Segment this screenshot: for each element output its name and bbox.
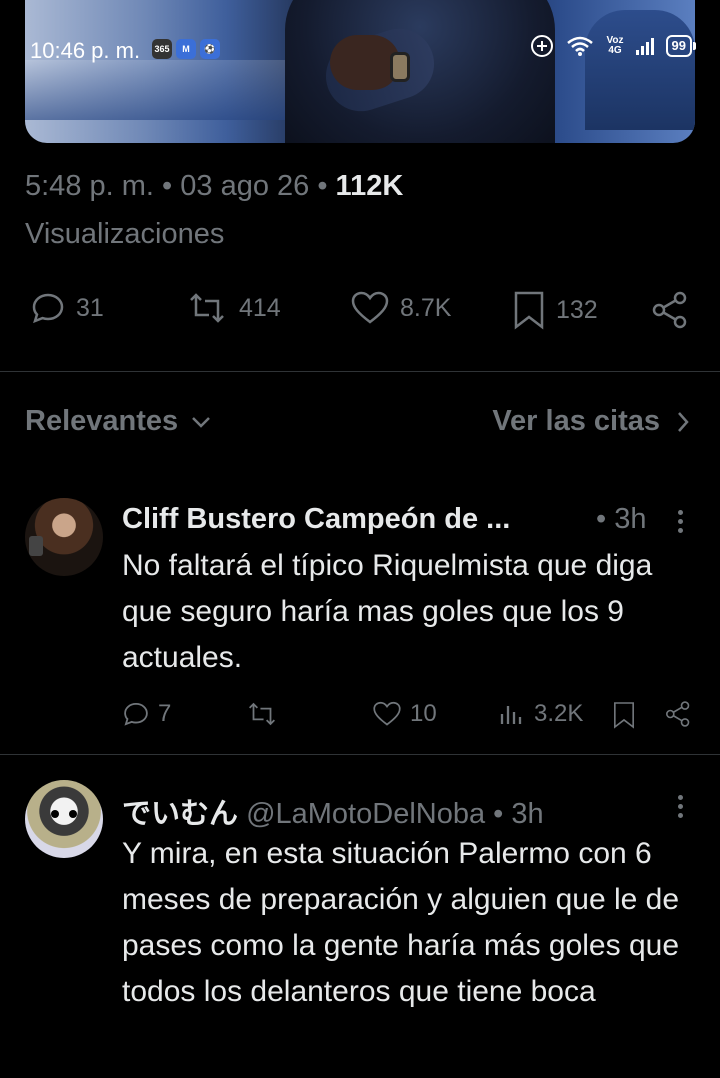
repost-button[interactable] <box>245 700 287 728</box>
reply-text: No faltará el típico Riquelmista que dig… <box>122 549 653 674</box>
network-4g-label: 4G <box>608 45 622 56</box>
status-app-icons: 365 M ⚽ <box>152 39 220 59</box>
voz-4g-indicator: Voz 4G <box>606 36 623 56</box>
reply-action-bar: 7 10 3.2K <box>0 700 720 740</box>
divider <box>0 754 720 755</box>
ver-citas-link[interactable]: Ver las citas <box>492 405 690 438</box>
meta-separator: • <box>162 170 181 202</box>
tweet-meta: 5:48 p. m. • 03 ago 26 • 112K <box>25 170 403 203</box>
tweet-action-bar: 31 414 8.7K 132 <box>0 290 720 342</box>
like-button[interactable]: 8.7K <box>350 290 451 326</box>
repost-button[interactable]: 414 <box>185 290 281 326</box>
reply-author-handle[interactable]: @LaMotoDelNoba <box>246 798 485 830</box>
share-button[interactable] <box>664 700 692 728</box>
reply-header: でいむん @LaMotoDelNoba • 3h <box>122 790 544 832</box>
reply-header: Cliff Bustero Campeón de ... <box>122 503 510 536</box>
reply-time[interactable]: • 3h <box>493 798 543 830</box>
reply-author-name[interactable]: Cliff Bustero Campeón de ... <box>122 503 510 535</box>
app-m-icon: M <box>176 39 196 59</box>
chevron-down-icon <box>192 416 211 428</box>
wifi-icon <box>567 36 594 56</box>
meta-separator: • <box>317 170 336 202</box>
views-count: 3.2K <box>534 700 584 727</box>
bookmark-button[interactable] <box>612 700 636 730</box>
heart-icon <box>373 701 401 726</box>
status-time: 10:46 p. m. <box>30 38 141 63</box>
status-bar: 10:46 p. m. 365 M ⚽ Voz 4G 99 <box>0 0 720 100</box>
bookmark-icon <box>614 702 634 729</box>
add-circle-icon <box>531 35 554 57</box>
reply-author-name[interactable]: でいむん <box>122 798 238 830</box>
reply-text: Y mira, en esta situación Palermo con 6 … <box>122 837 680 1008</box>
reply-count: 7 <box>158 700 172 727</box>
share-button[interactable] <box>650 290 690 330</box>
relevantes-dropdown[interactable]: Relevantes <box>25 405 212 438</box>
ver-citas-label: Ver las citas <box>492 405 660 437</box>
relevantes-label: Relevantes <box>25 405 179 437</box>
signal-icon <box>635 37 654 55</box>
tweet-date: 03 ago 26 <box>180 170 310 202</box>
bookmark-button[interactable]: 132 <box>512 290 598 330</box>
like-count: 8.7K <box>400 293 452 322</box>
chevron-right-icon <box>678 411 689 432</box>
battery-icon: 99 <box>665 35 697 57</box>
reply-icon <box>32 293 64 324</box>
share-icon <box>665 701 690 727</box>
like-count: 10 <box>410 700 437 727</box>
reply-time[interactable]: • 3h <box>596 503 646 536</box>
more-options-icon[interactable] <box>678 795 684 822</box>
reply-count: 31 <box>76 293 104 322</box>
bookmark-count: 132 <box>556 295 598 324</box>
bookmark-icon <box>514 291 544 330</box>
avatar[interactable] <box>25 498 103 576</box>
avatar[interactable] <box>25 780 103 858</box>
views-label[interactable]: Visualizaciones <box>25 218 224 251</box>
divider <box>0 371 720 372</box>
app-365-icon: 365 <box>152 39 172 59</box>
analytics-icon <box>500 706 522 724</box>
reply-button[interactable]: 7 <box>122 700 171 728</box>
heart-icon <box>351 291 389 324</box>
reply-icon <box>124 702 148 726</box>
app-ball-icon: ⚽ <box>200 39 220 59</box>
more-options-icon[interactable] <box>678 510 684 537</box>
repost-count: 414 <box>239 293 281 322</box>
status-right: Voz 4G 99 <box>530 34 697 58</box>
repost-icon <box>249 702 275 726</box>
share-icon <box>652 291 687 329</box>
tweet-time: 5:48 p. m. <box>25 170 154 202</box>
views-button[interactable]: 3.2K <box>498 700 583 728</box>
reply-button[interactable]: 31 <box>30 290 104 326</box>
like-button[interactable]: 10 <box>372 700 437 728</box>
views-count[interactable]: 112K <box>336 170 404 202</box>
repost-icon <box>190 293 224 323</box>
